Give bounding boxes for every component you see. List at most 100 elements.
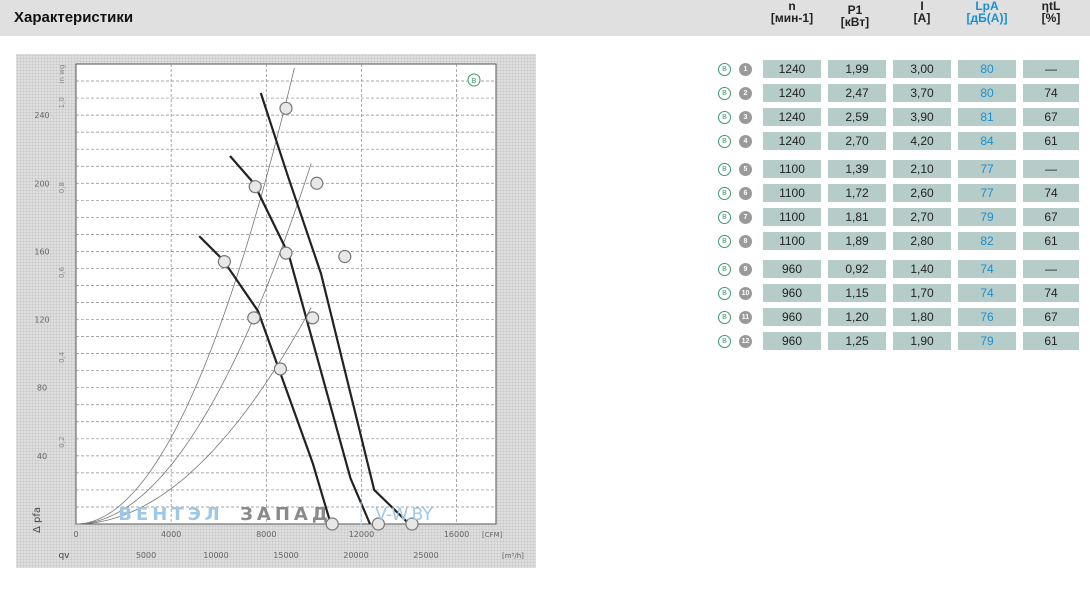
point-number-badge: 6 xyxy=(739,187,752,200)
x-axis-label: qv xyxy=(58,551,70,561)
cell-p1: 1,25 xyxy=(828,332,886,350)
point-number-badge: 7 xyxy=(739,211,752,224)
watermark-part1: ВЕНТЭЛ xyxy=(118,504,224,525)
cell-i: 3,90 xyxy=(893,108,951,126)
cell-i: 2,10 xyxy=(893,160,951,178)
watermark-part2: ЗАПАД xyxy=(240,504,332,525)
cell-n: 960 xyxy=(763,260,821,278)
operating-point xyxy=(306,311,320,325)
point-number-badge: 2 xyxy=(739,87,752,100)
point-number-badge: 8 xyxy=(739,235,752,248)
cell-eta: 67 xyxy=(1023,308,1079,326)
characteristic-chart: 40 80 120 160 200 240 0,2 0,4 0,6 0,8 1,0 in wg 0 400… xyxy=(16,54,536,568)
cell-p1: 1,89 xyxy=(828,232,886,250)
y-tick-label: 120 xyxy=(34,316,49,325)
operating-point xyxy=(217,255,231,269)
cell-p1: 1,81 xyxy=(828,208,886,226)
y-tick-label-inwg: 0,4 xyxy=(58,351,66,363)
curve-badge-icon: B xyxy=(718,211,731,224)
table-row: B 5 1100 1,39 2,10 77 — xyxy=(718,160,1080,178)
y-tick-label-inwg: 0,6 xyxy=(58,266,66,278)
col-unit: [A] xyxy=(913,11,931,25)
curve-badge-icon: B xyxy=(718,135,731,148)
operating-point xyxy=(248,180,262,194)
cell-i: 2,70 xyxy=(893,208,951,226)
cell-i: 3,70 xyxy=(893,84,951,102)
cell-p1: 1,15 xyxy=(828,284,886,302)
x-tick-label-m3h: 5000 xyxy=(136,551,156,560)
y-unit-label: in wg xyxy=(58,65,66,84)
x-unit-cfm: [CFM] xyxy=(482,531,503,539)
point-number-badge: 3 xyxy=(739,111,752,124)
cell-p1: 1,72 xyxy=(828,184,886,202)
point-number-badge: 12 xyxy=(739,335,752,348)
curve-badge-icon: B xyxy=(718,311,731,324)
x-tick-label-cfm: 0 xyxy=(73,530,78,539)
cell-p1: 2,70 xyxy=(828,132,886,150)
cell-lpa: 74 xyxy=(958,284,1016,302)
table-row: B 11 960 1,20 1,80 76 67 xyxy=(718,308,1080,326)
cell-lpa: 81 xyxy=(958,108,1016,126)
col-head-speed: n [мин-1] xyxy=(763,0,821,36)
cell-n: 1100 xyxy=(763,208,821,226)
watermark-part3: V-W.BY xyxy=(375,505,433,525)
cell-lpa: 80 xyxy=(958,60,1016,78)
cell-lpa: 82 xyxy=(958,232,1016,250)
cell-lpa: 74 xyxy=(958,260,1016,278)
cell-eta: — xyxy=(1023,260,1079,278)
y-tick-label-inwg: 1,0 xyxy=(58,97,66,108)
curve-badge-icon: B xyxy=(718,163,731,176)
x-tick-label-cfm: 12000 xyxy=(349,530,374,539)
cell-eta: 74 xyxy=(1023,284,1079,302)
curve-badge-icon: B xyxy=(718,235,731,248)
cell-i: 1,90 xyxy=(893,332,951,350)
col-unit: [%] xyxy=(1041,11,1061,25)
col-unit: [дБ(A)] xyxy=(966,11,1008,25)
cell-i: 1,40 xyxy=(893,260,951,278)
cell-i: 2,60 xyxy=(893,184,951,202)
table-row: B 6 1100 1,72 2,60 77 74 xyxy=(718,184,1080,202)
cell-eta: — xyxy=(1023,60,1079,78)
cell-n: 1240 xyxy=(763,84,821,102)
cell-p1: 2,47 xyxy=(828,84,886,102)
cell-n: 1240 xyxy=(763,60,821,78)
page-title: Характеристики xyxy=(14,9,134,26)
cell-n: 1100 xyxy=(763,232,821,250)
cell-i: 3,00 xyxy=(893,60,951,78)
curve-badge-icon: B xyxy=(718,287,731,300)
curve-badge-icon: B xyxy=(718,111,731,124)
cell-eta: — xyxy=(1023,160,1079,178)
curve-badge-icon: B xyxy=(718,87,731,100)
cell-eta: 67 xyxy=(1023,208,1079,226)
cell-n: 1240 xyxy=(763,132,821,150)
cell-lpa: 79 xyxy=(958,332,1016,350)
cell-p1: 0,92 xyxy=(828,260,886,278)
cell-n: 1100 xyxy=(763,160,821,178)
y-axis-label: Δ pfa xyxy=(32,507,43,533)
cell-p1: 1,20 xyxy=(828,308,886,326)
cell-lpa: 80 xyxy=(958,84,1016,102)
col-unit: [мин-1] xyxy=(770,11,814,25)
y-tick-label: 80 xyxy=(37,384,47,393)
point-number-badge: 11 xyxy=(739,311,752,324)
curve-badge-icon: B xyxy=(718,263,731,276)
cell-i: 2,80 xyxy=(893,232,951,250)
cell-n: 960 xyxy=(763,308,821,326)
cell-n: 960 xyxy=(763,284,821,302)
point-number-badge: 1 xyxy=(739,63,752,76)
cell-eta: 74 xyxy=(1023,84,1079,102)
cell-eta: 61 xyxy=(1023,132,1079,150)
y-tick-label-inwg: 0,8 xyxy=(58,182,66,193)
y-tick-label: 160 xyxy=(34,247,49,256)
x-unit-m3h: [m³/h] xyxy=(502,552,524,560)
cell-lpa: 76 xyxy=(958,308,1016,326)
point-number-badge: 10 xyxy=(739,287,752,300)
x-tick-label-m3h: 15000 xyxy=(273,551,298,560)
x-tick-label-m3h: 10000 xyxy=(203,551,228,560)
operating-point xyxy=(279,101,293,115)
cell-p1: 1,39 xyxy=(828,160,886,178)
cell-lpa: 84 xyxy=(958,132,1016,150)
table-row: B 4 1240 2,70 4,20 84 61 xyxy=(718,132,1080,150)
point-number-badge: 9 xyxy=(739,263,752,276)
cell-lpa: 77 xyxy=(958,184,1016,202)
